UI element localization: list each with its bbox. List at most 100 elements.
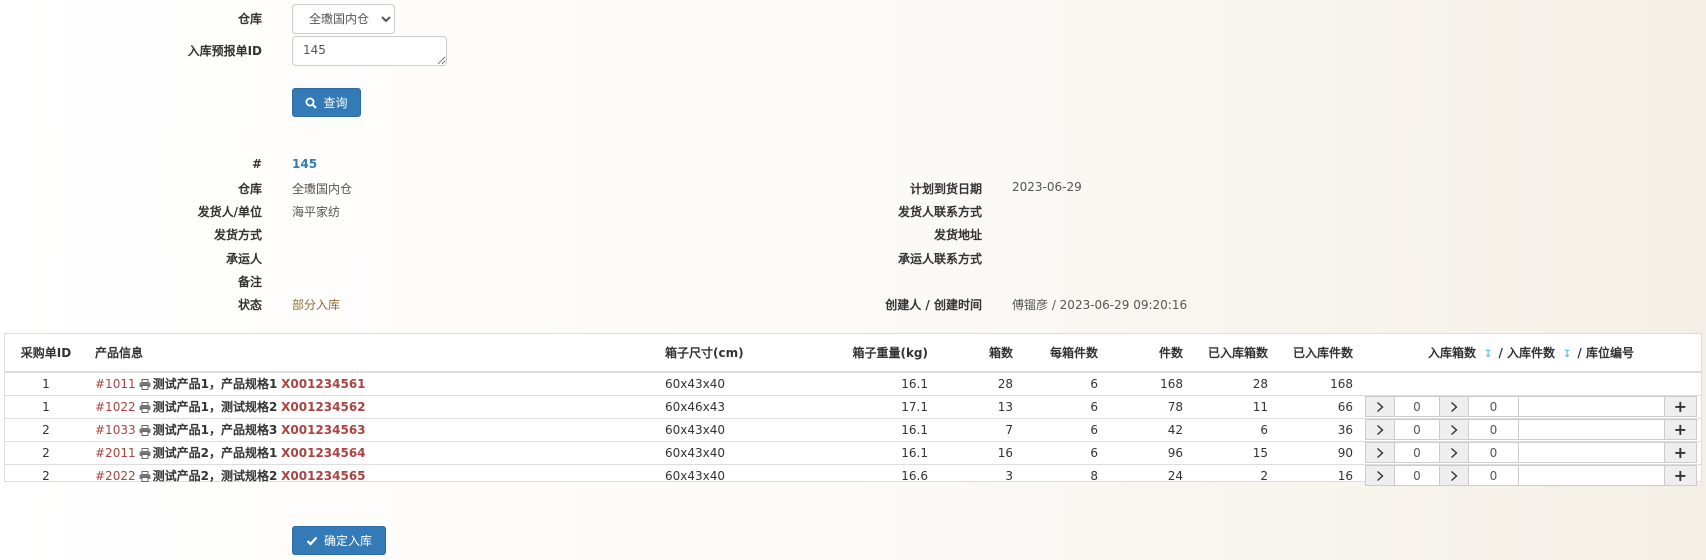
inbounded-pieces: 168 [1276, 371, 1361, 395]
fill-pieces-button[interactable] [1439, 396, 1469, 417]
fill-pieces-button[interactable] [1439, 442, 1469, 463]
col-inbound: 入库箱数 ↧ / 入库件数 ↧ / 库位编号 [1361, 334, 1701, 373]
product-sku: X001234562 [281, 400, 366, 414]
location-input[interactable] [1518, 465, 1665, 487]
inbound-pieces-input[interactable]: 0 [1467, 442, 1520, 463]
remark-label: 备注 [237, 275, 262, 289]
col-product: 产品信息 [87, 334, 657, 373]
box-weight: 16.6 [772, 463, 936, 487]
box-count: 3 [936, 463, 1021, 487]
chevron-right-icon [1376, 424, 1384, 435]
box-count: 7 [936, 417, 1021, 441]
inbound-boxes-input[interactable]: 0 [1393, 442, 1441, 463]
product-name: 测试产品1，测试规格2 [152, 400, 278, 414]
fill-boxes-icon[interactable]: ↧ [1484, 349, 1492, 360]
product-sku: X001234564 [281, 446, 366, 460]
po-id-link[interactable]: 1 [5, 394, 87, 418]
location-input[interactable] [1518, 442, 1665, 463]
inbound-boxes-input[interactable]: 0 [1393, 419, 1441, 440]
product-sku: X001234565 [281, 469, 366, 484]
fill-boxes-button[interactable] [1365, 419, 1395, 440]
product-info: #1033 测试产品1，产品规格3 X001234563 [87, 417, 657, 441]
printer-icon[interactable] [139, 402, 151, 413]
confirm-inbound-button[interactable]: 确定入库 [292, 526, 386, 555]
box-size: 60x43x40 [657, 440, 772, 464]
creator-value: 傅镏彦 / 2023-06-29 09:20:16 [1012, 298, 1188, 312]
chevron-right-icon [1376, 401, 1384, 412]
product-number-link[interactable]: #2011 [95, 446, 136, 460]
status-value: 部分入库 [292, 298, 341, 312]
table-header-row: 采购单ID 产品信息 箱子尺寸(cm) 箱子重量(kg) 箱数 每箱件数 件数 … [5, 334, 1701, 373]
product-number-link[interactable]: #1022 [95, 400, 136, 414]
inbound-boxes-input[interactable]: 0 [1393, 396, 1441, 417]
warehouse-select[interactable]: 全璷国内仓 [292, 4, 395, 34]
printer-icon[interactable] [139, 448, 151, 459]
box-size: 60x43x40 [657, 371, 772, 395]
id-label: # [251, 157, 262, 171]
check-icon [306, 536, 318, 546]
carrier-label: 承运人 [225, 252, 262, 266]
location-input[interactable] [1518, 419, 1665, 440]
inbounded-pieces: 36 [1276, 417, 1361, 441]
detail-warehouse-label: 仓库 [237, 182, 262, 196]
shipper-value: 海平家纺 [292, 205, 341, 219]
col-in-boxes: 已入库箱数 [1191, 334, 1276, 373]
inbound-input-cell [1361, 371, 1701, 395]
inbound-pieces-input[interactable]: 0 [1467, 465, 1520, 487]
per-box-count: 6 [1021, 371, 1106, 395]
preorder-id-input[interactable]: 145 [292, 36, 447, 66]
inbound-input-cell: 0 0 + [1361, 463, 1701, 487]
po-id-link[interactable]: 2 [5, 440, 87, 464]
search-icon [305, 97, 318, 109]
table-body: 1 #1011 测试产品1，产品规格1 X001234561 60x43x40 16.1… [5, 371, 1701, 487]
location-input[interactable] [1518, 396, 1665, 417]
col-box-weight: 箱子重量(kg) [772, 334, 936, 373]
chevron-right-icon [1451, 447, 1458, 458]
product-number-link[interactable]: #2022 [95, 469, 136, 483]
add-location-button[interactable]: + [1663, 465, 1697, 487]
fill-boxes-button[interactable] [1365, 396, 1395, 417]
chevron-right-icon [1451, 424, 1458, 435]
inbound-pieces-input[interactable]: 0 [1467, 419, 1520, 440]
box-weight: 16.1 [772, 440, 936, 464]
inbound-input-cell: 0 0 + [1361, 394, 1701, 418]
add-location-button[interactable]: + [1663, 396, 1697, 417]
add-location-button[interactable]: + [1663, 442, 1697, 463]
inbound-pieces-input[interactable]: 0 [1467, 396, 1520, 417]
product-number-link[interactable]: #1033 [95, 423, 136, 437]
product-info: #1022 测试产品1，测试规格2 X001234562 [87, 394, 657, 418]
inbound-boxes-input[interactable]: 0 [1393, 465, 1441, 487]
warehouse-label: 仓库 [237, 12, 262, 26]
printer-icon[interactable] [139, 471, 151, 483]
box-size: 60x43x40 [657, 463, 772, 487]
inbound-input-cell: 0 0 + [1361, 440, 1701, 464]
fill-pieces-button[interactable] [1439, 419, 1469, 440]
po-id-link[interactable]: 2 [5, 417, 87, 441]
per-box-count: 6 [1021, 417, 1106, 441]
inbounded-boxes: 15 [1191, 440, 1276, 464]
product-sku: X001234561 [281, 377, 366, 392]
inbounded-pieces: 16 [1276, 463, 1361, 487]
fill-boxes-button[interactable] [1365, 442, 1395, 463]
add-location-button[interactable]: + [1663, 419, 1697, 440]
col-inbound-boxes: 入库箱数 [1428, 346, 1477, 360]
shipper-label: 发货人/单位 [197, 205, 262, 219]
detail-warehouse-value: 全璷国内仓 [292, 182, 353, 196]
fill-pieces-button[interactable] [1439, 465, 1469, 487]
po-id-link[interactable]: 2 [5, 463, 87, 487]
creator-label: 创建人 / 创建时间 [885, 298, 982, 312]
product-info: #1011 测试产品1，产品规格1 X001234561 [87, 371, 657, 395]
po-id-link[interactable]: 1 [5, 371, 87, 395]
fill-pieces-icon[interactable]: ↧ [1563, 349, 1571, 360]
product-number-link[interactable]: #1011 [95, 377, 136, 391]
inbounded-boxes: 11 [1191, 394, 1276, 418]
product-name: 测试产品2，产品规格1 [152, 446, 278, 460]
status-label: 状态 [237, 298, 262, 312]
preorder-id-value: 145 [292, 157, 318, 171]
query-button[interactable]: 查询 [292, 88, 361, 117]
printer-icon[interactable] [139, 425, 151, 436]
inbounded-pieces: 90 [1276, 440, 1361, 464]
printer-icon[interactable] [139, 379, 151, 391]
piece-count: 78 [1106, 394, 1191, 418]
fill-boxes-button[interactable] [1365, 465, 1395, 487]
